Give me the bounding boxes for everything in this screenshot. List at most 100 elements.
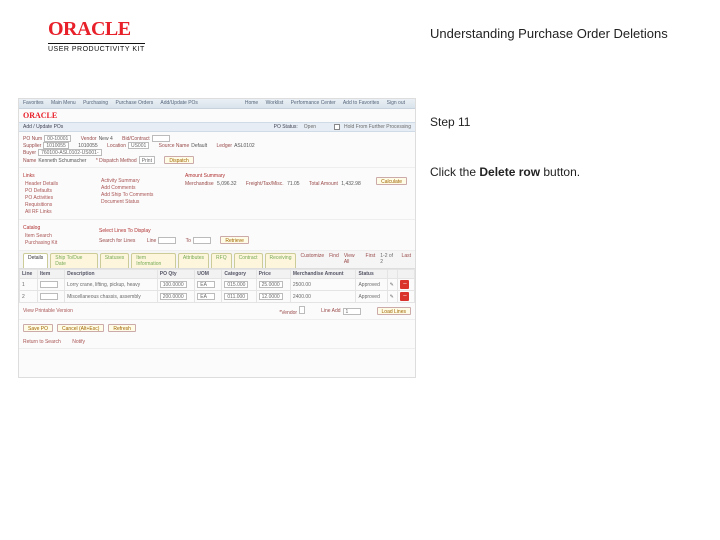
col-qty: PO Qty xyxy=(157,270,195,279)
amt-k0: Merchandise xyxy=(185,181,214,187)
search-lines-label: Search for Lines xyxy=(99,238,135,244)
save-po-button[interactable]: Save PO xyxy=(23,324,53,332)
nav-main[interactable]: Main Menu xyxy=(51,100,76,106)
cell-uom-input[interactable]: EA xyxy=(197,293,215,300)
vendor-label: Vendor xyxy=(81,136,97,142)
link-po-defaults[interactable]: PO Defaults xyxy=(25,188,93,194)
buyer-input[interactable]: 760100-ASL0102-US001- xyxy=(38,149,102,156)
dispatch-button[interactable]: Dispatch xyxy=(164,156,193,164)
load-lines-button[interactable]: Load Lines xyxy=(377,307,411,315)
nav-perf[interactable]: Performance Center xyxy=(291,100,336,106)
col-item: Item xyxy=(38,270,65,279)
location-input[interactable]: US001 xyxy=(128,142,149,149)
hold-checkbox[interactable] xyxy=(334,124,340,130)
tab-receiving[interactable]: Receiving xyxy=(265,253,297,268)
delete-row-button[interactable]: – xyxy=(400,280,409,289)
instruction-suffix: button. xyxy=(540,165,580,179)
bid-input[interactable] xyxy=(152,135,170,142)
col-uom: UOM xyxy=(195,270,222,279)
catalog-item-search[interactable]: Item Search xyxy=(25,233,93,239)
cell-comment-icon[interactable]: ✎ xyxy=(387,291,398,303)
cell-qty-input[interactable]: 200.0000 xyxy=(160,293,187,300)
select-lines-heading: Select Lines To Display xyxy=(99,228,411,234)
nav-fav[interactable]: Add to Favorites xyxy=(343,100,379,106)
tab-iteminfo[interactable]: Item Information xyxy=(131,253,176,268)
cell-comment-icon[interactable]: ✎ xyxy=(387,279,398,291)
links-heading: Links xyxy=(23,173,93,179)
cell-item-input[interactable] xyxy=(40,281,58,288)
link-po-activities[interactable]: PO Activities xyxy=(25,195,93,201)
footer-vendor-select[interactable] xyxy=(299,306,305,314)
page-heading: Add / Update POs xyxy=(23,124,63,130)
supplier-code: 1010055 xyxy=(78,143,97,149)
line-add-input[interactable]: 1 xyxy=(343,308,361,315)
instruction-prefix: Click the xyxy=(430,165,479,179)
line-from-input[interactable] xyxy=(158,237,176,244)
grid-first[interactable]: First xyxy=(366,253,376,268)
nav-purchasing[interactable]: Purchasing xyxy=(83,100,108,106)
vendor-value: New 4 xyxy=(99,136,113,142)
supplier-input[interactable]: 1010055 xyxy=(43,142,68,149)
tab-rfq[interactable]: RFQ xyxy=(211,253,232,268)
tab-attributes[interactable]: Attributes xyxy=(178,253,209,268)
tab-details[interactable]: Details xyxy=(23,253,48,268)
nav-po[interactable]: Purchase Orders xyxy=(115,100,153,106)
cell-amt: 2500.00 xyxy=(290,279,356,291)
table-row: 1 Lorry crane, lifting, pickup, heavy 10… xyxy=(20,279,415,291)
line-tabs: Details Ship To/Due Date Statuses Item I… xyxy=(19,251,415,269)
nav-addupdate[interactable]: Add/Update POs xyxy=(160,100,198,106)
tab-contract[interactable]: Contract xyxy=(234,253,263,268)
nav-favorites[interactable]: Favorites xyxy=(23,100,44,106)
cell-item-input[interactable] xyxy=(40,293,58,300)
nav-home[interactable]: Home xyxy=(245,100,258,106)
grid-find[interactable]: Find xyxy=(329,253,339,268)
link-all-rtf[interactable]: All RF Links xyxy=(25,209,93,215)
retrieve-button[interactable]: Retrieve xyxy=(220,236,249,244)
grid-viewall[interactable]: View All xyxy=(344,253,361,268)
line-to-input[interactable] xyxy=(193,237,211,244)
grid-last[interactable]: Last xyxy=(402,253,411,268)
cell-price-input[interactable]: 12.0000 xyxy=(259,293,283,300)
link-add-shipto[interactable]: Add Ship To Comments xyxy=(101,192,179,198)
cancel-button[interactable]: Cancel (Alt+Esc) xyxy=(57,324,104,332)
calculate-button[interactable]: Calculate xyxy=(376,177,407,185)
notify-link[interactable]: Notify xyxy=(72,339,85,345)
link-activity-summary[interactable]: Activity Summary xyxy=(101,178,179,184)
tab-statuses[interactable]: Statuses xyxy=(100,253,129,268)
link-doc-status[interactable]: Document Status xyxy=(101,199,179,205)
nav-signout[interactable]: Sign out xyxy=(387,100,405,106)
name-label: Name xyxy=(23,158,36,164)
dispatch-label: * Dispatch Method xyxy=(96,158,137,164)
cell-price-input[interactable]: 25.0000 xyxy=(259,281,283,288)
lines-grid: Line Item Description PO Qty UOM Categor… xyxy=(19,269,415,303)
grid-customize[interactable]: Customize xyxy=(300,253,324,268)
oracle-wordmark: ORACLE xyxy=(48,18,145,41)
link-requisitions[interactable]: Requisitions xyxy=(25,202,93,208)
nav-worklist[interactable]: Worklist xyxy=(266,100,284,106)
amt-v1: 71.05 xyxy=(287,181,300,187)
tab-shipto[interactable]: Ship To/Due Date xyxy=(50,253,98,268)
link-header-details[interactable]: Header Details xyxy=(25,181,93,187)
cell-desc: Lorry crane, lifting, pickup, heavy xyxy=(65,279,158,291)
col-line: Line xyxy=(20,270,38,279)
col-status: Status xyxy=(356,270,387,279)
delete-row-button[interactable]: – xyxy=(400,292,409,301)
supplier-label: Supplier xyxy=(23,143,41,149)
amt-k1: Freight/Tax/Misc. xyxy=(246,181,284,187)
catalog-purch-kit[interactable]: Purchasing Kit xyxy=(25,240,93,246)
cell-cat-input[interactable]: 015.000 xyxy=(224,281,248,288)
location-label: Location xyxy=(107,143,126,149)
grid-footer: View Printable Version *Vendor Line Add1… xyxy=(19,303,415,320)
cell-uom-input[interactable]: EA xyxy=(197,281,215,288)
refresh-button[interactable]: Refresh xyxy=(108,324,136,332)
cell-qty-input[interactable]: 100.0000 xyxy=(160,281,187,288)
po-status-label: PO Status: xyxy=(274,124,298,130)
return-link[interactable]: Return to Search xyxy=(23,339,61,345)
po-num-input[interactable]: 00-10001 xyxy=(44,135,71,142)
view-printable-link[interactable]: View Printable Version xyxy=(23,308,73,314)
portal-header: Favorites Main Menu Purchasing Purchase … xyxy=(19,99,415,109)
cell-line: 2 xyxy=(20,291,38,303)
link-add-comments[interactable]: Add Comments xyxy=(101,185,179,191)
dispatch-select[interactable]: Print xyxy=(139,156,155,164)
cell-cat-input[interactable]: 011.000 xyxy=(224,293,248,300)
